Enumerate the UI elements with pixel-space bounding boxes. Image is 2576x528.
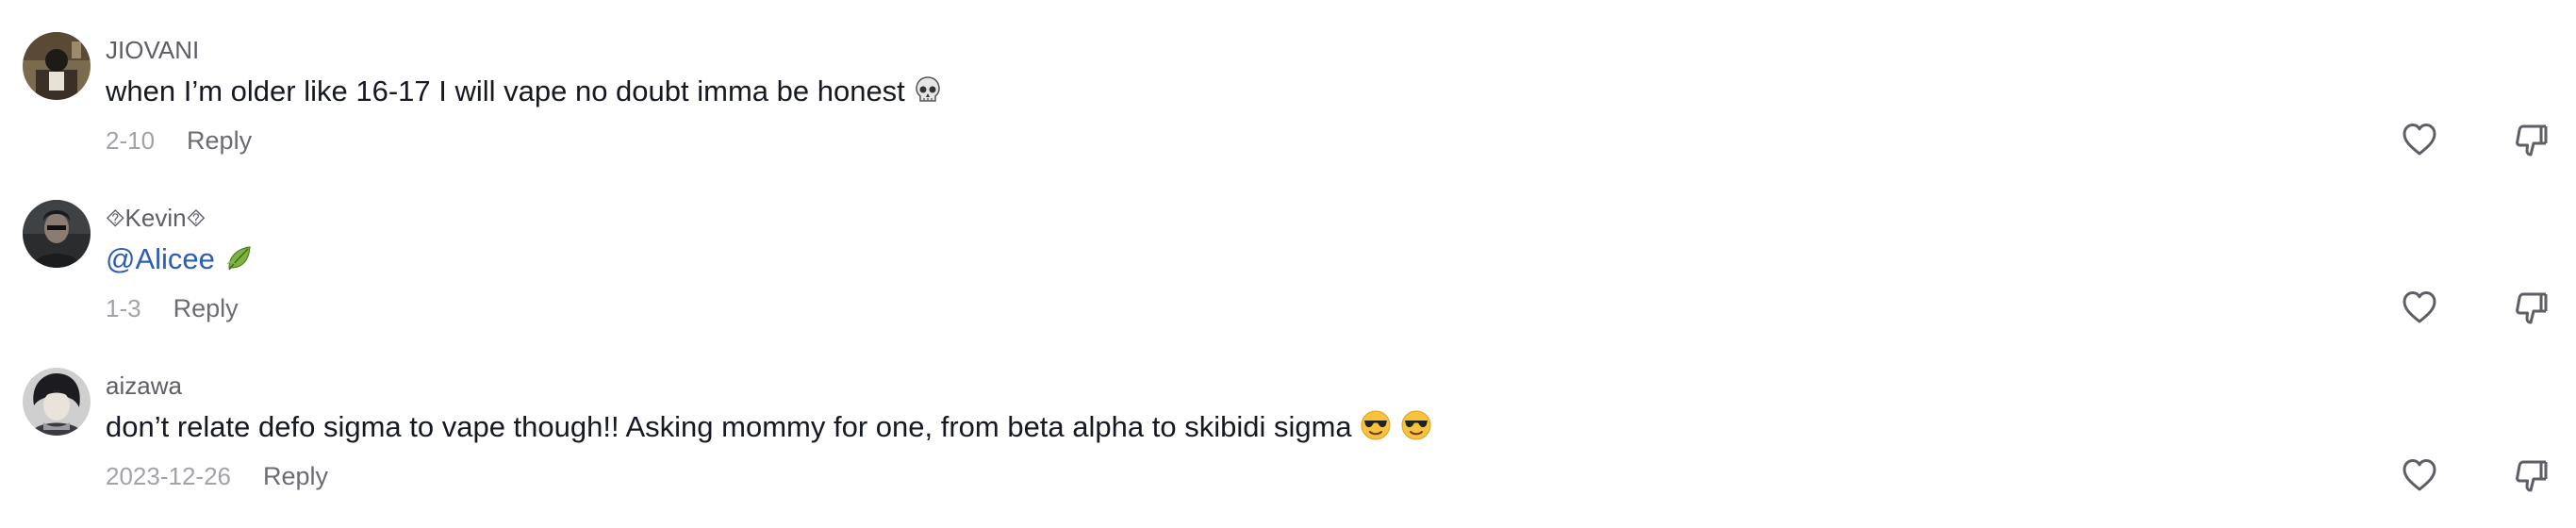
avatar[interactable] xyxy=(23,368,91,436)
comment-text: when I’m older like 16-17 I will vape no… xyxy=(106,74,943,114)
comment-text-body: don’t relate defo sigma to vape though!!… xyxy=(106,410,1352,443)
reply-button[interactable]: Reply xyxy=(187,126,252,156)
thumbs-down-icon[interactable] xyxy=(2510,119,2551,160)
leaf-emoji-icon xyxy=(223,243,254,282)
comment-meta: 1-3 Reply xyxy=(106,294,239,322)
comment-text: don’t relate defo sigma to vape though!!… xyxy=(106,409,1432,450)
heart-icon[interactable] xyxy=(2399,454,2440,496)
comment-item: ⯑Kevin⯑ @Alicee 1-3 Reply xyxy=(0,168,2576,334)
skull-emoji-icon xyxy=(913,75,943,114)
comment-item: aizawa don’t relate defo sigma to vape t… xyxy=(0,336,2576,502)
heart-icon[interactable] xyxy=(2399,287,2440,328)
comment-date: 1-3 xyxy=(106,293,141,322)
comment-meta: 2023-12-26 Reply xyxy=(106,462,328,490)
mention-link[interactable]: @Alicee xyxy=(106,242,215,275)
thumbs-down-icon[interactable] xyxy=(2510,287,2551,328)
comment-date: 2-10 xyxy=(106,125,156,155)
comment-item: JIOVANI when I’m older like 16-17 I will… xyxy=(0,0,2576,166)
comment-meta: 2-10 Reply xyxy=(106,126,252,155)
heart-icon[interactable] xyxy=(2399,119,2440,160)
reply-button[interactable]: Reply xyxy=(173,294,239,323)
comment-text-body: when I’m older like 16-17 I will vape no… xyxy=(106,74,905,107)
comment-text: @Alicee xyxy=(106,241,254,282)
smiling-face-with-sunglasses-icon xyxy=(1400,409,1432,450)
avatar[interactable] xyxy=(23,200,91,268)
reply-button[interactable]: Reply xyxy=(263,462,328,491)
comment-date: 2023-12-26 xyxy=(106,461,231,490)
comment-username[interactable]: ⯑Kevin⯑ xyxy=(106,204,206,232)
comment-username[interactable]: aizawa xyxy=(106,371,182,400)
smiling-face-with-sunglasses-icon xyxy=(1360,409,1392,450)
avatar[interactable] xyxy=(23,32,91,100)
comment-username[interactable]: JIOVANI xyxy=(106,36,199,64)
thumbs-down-icon[interactable] xyxy=(2510,454,2551,496)
